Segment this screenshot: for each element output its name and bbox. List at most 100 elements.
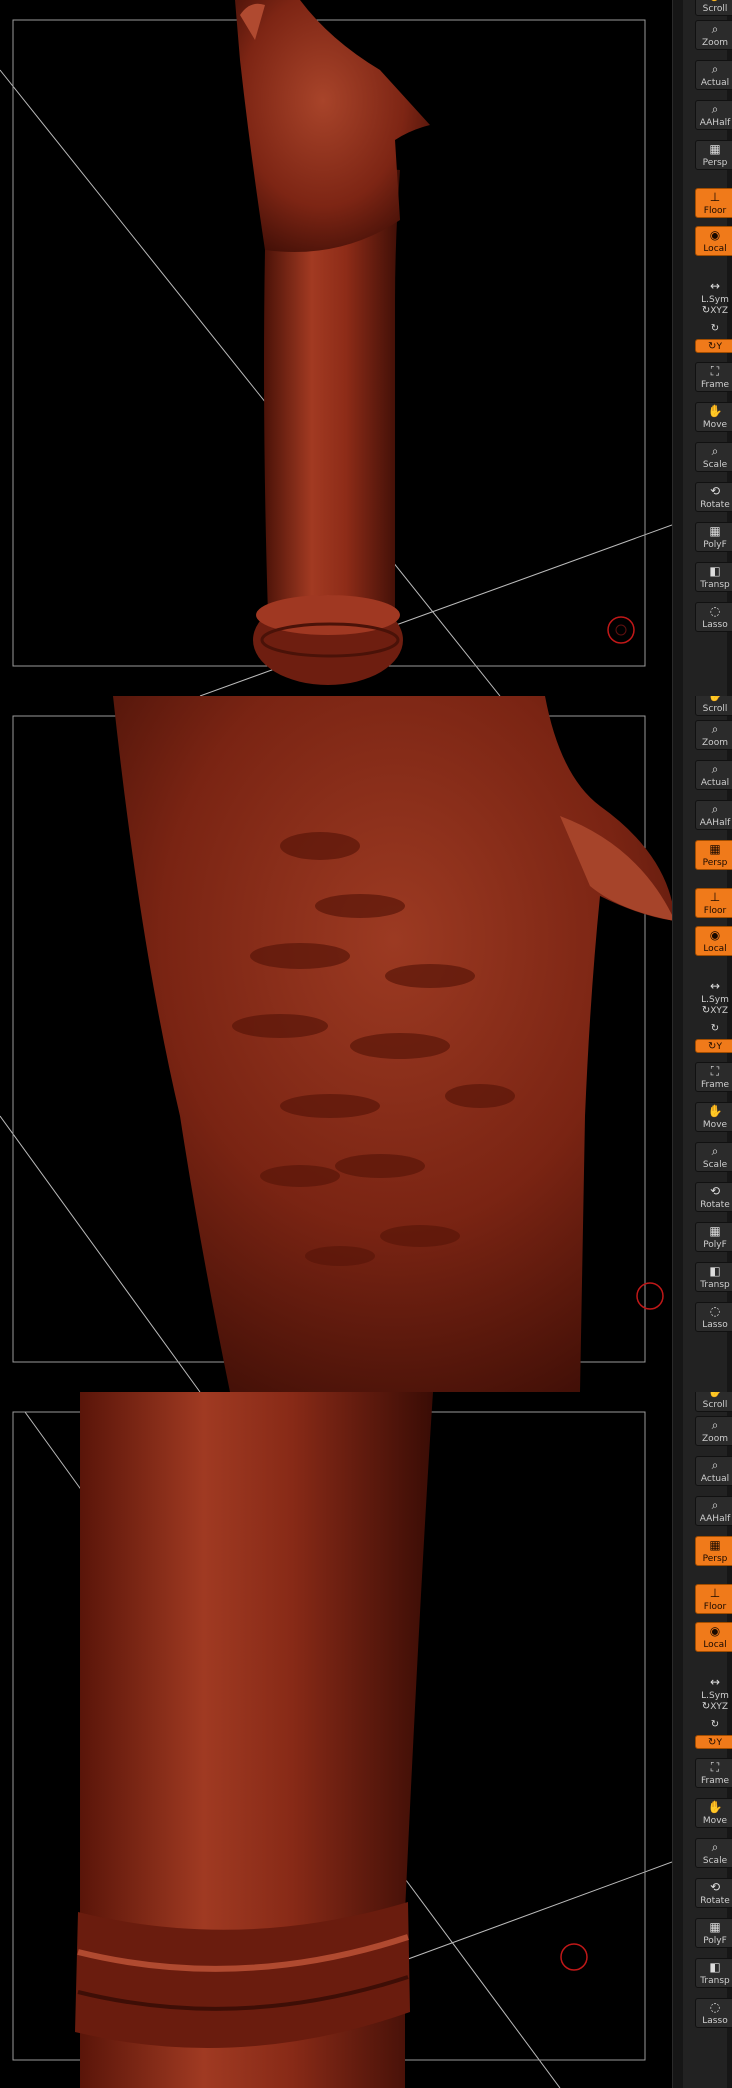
zoom-icon: ⌕	[711, 22, 719, 36]
button-label: Persp	[702, 858, 728, 868]
button-label: AAHalf	[699, 818, 731, 828]
actual-icon: ⌕	[711, 1458, 719, 1472]
scale-button[interactable]: ⌕ Scale	[695, 1142, 732, 1172]
local-button[interactable]: ◉ Local	[695, 926, 732, 956]
scroll-button[interactable]: ✋Scroll	[695, 0, 732, 16]
canvas-viewport[interactable]	[0, 696, 672, 1392]
floor-grid-line	[399, 1871, 561, 2088]
scroll-icon: ✋	[696, 1392, 732, 1400]
scroll-button[interactable]: ✋Scroll	[695, 696, 732, 716]
transp-button[interactable]: ◧ Transp	[695, 1262, 732, 1292]
rotate-xyz-icon: ↻	[701, 1005, 711, 1016]
floor-icon: ⊥	[709, 1586, 721, 1600]
lsym-icon: ↔	[709, 279, 721, 293]
zoom-button[interactable]: ⌕ Zoom	[695, 20, 732, 50]
move-icon: ✋	[707, 1800, 723, 1814]
persp-button[interactable]: ▦ Persp	[695, 140, 732, 170]
scale-button[interactable]: ⌕ Scale	[695, 1838, 732, 1868]
canvas-viewport[interactable]	[0, 0, 672, 696]
rotate-z-icon: ↻	[710, 1023, 720, 1034]
button-label: XYZ	[710, 1702, 729, 1712]
xyz-button[interactable]: ↻XYZ	[695, 304, 732, 318]
actual-button[interactable]: ⌕ Actual	[695, 1456, 732, 1486]
right-toolbar: ✋Scroll ⌕Zoom ⌕Actual ⌕AAHalf ▦Persp ⊥Floor ◉L…	[672, 1392, 732, 2088]
scale-button[interactable]: ⌕ Scale	[695, 442, 732, 472]
button-label: Frame	[700, 1080, 730, 1090]
button-label: Floor	[703, 206, 727, 216]
button-label: XYZ	[710, 306, 729, 316]
xyz-button[interactable]: ↻XYZ	[695, 1004, 732, 1018]
move-icon: ✋	[707, 404, 723, 418]
aahalf-button[interactable]: ⌕ AAHalf	[695, 800, 732, 830]
button-label: Actual	[700, 778, 730, 788]
rotate-icon: ⟲	[709, 1880, 721, 1894]
button-label: Scroll	[702, 4, 728, 14]
polyf-button[interactable]: ▦ PolyF	[695, 1918, 732, 1948]
button-label: PolyF	[703, 1240, 727, 1250]
transp-button[interactable]: ◧ Transp	[695, 562, 732, 592]
xyz-button[interactable]: ↻XYZ	[695, 1700, 732, 1714]
frame-button[interactable]: ⛶ Frame	[695, 1062, 732, 1092]
button-label: Move	[702, 1120, 728, 1130]
y-button[interactable]: ↻Y	[695, 339, 732, 353]
sculpt-model[interactable]	[235, 0, 430, 685]
viewport-overlay	[0, 696, 672, 1392]
rotate-button[interactable]: ⟲ Rotate	[695, 482, 732, 512]
move-button[interactable]: ✋ Move	[695, 402, 732, 432]
floor-icon: ⊥	[709, 190, 721, 204]
y-button[interactable]: ↻Y	[695, 1735, 732, 1749]
pivot-indicator-icon	[607, 616, 635, 644]
frame-button[interactable]: ⛶ Frame	[695, 362, 732, 392]
floor-button[interactable]: ⊥ Floor	[695, 188, 732, 218]
canvas-viewport[interactable]	[0, 1392, 672, 2088]
local-button[interactable]: ◉ Local	[695, 1622, 732, 1652]
polyf-button[interactable]: ▦ PolyF	[695, 522, 732, 552]
zoom-button[interactable]: ⌕ Zoom	[695, 720, 732, 750]
persp-icon: ▦	[709, 142, 721, 156]
transp-button[interactable]: ◧ Transp	[695, 1958, 732, 1988]
floor-button[interactable]: ⊥ Floor	[695, 1584, 732, 1614]
lasso-icon: ◌	[709, 604, 721, 618]
move-icon: ✋	[707, 1104, 723, 1118]
button-label: Local	[703, 244, 727, 254]
aahalf-button[interactable]: ⌕ AAHalf	[695, 100, 732, 130]
pivot-indicator-icon	[560, 1943, 588, 1971]
button-label: Transp	[700, 580, 730, 590]
button-label: Scale	[702, 1856, 728, 1866]
rotate-z-button[interactable]: ↻	[695, 1718, 732, 1732]
lasso-button[interactable]: ◌ Lasso	[695, 1998, 732, 2028]
scroll-button[interactable]: ✋Scroll	[695, 1392, 732, 1412]
button-label: Y	[716, 1738, 722, 1748]
button-label: Scroll	[702, 704, 728, 714]
move-button[interactable]: ✋ Move	[695, 1102, 732, 1132]
button-label: Scale	[702, 1160, 728, 1170]
rotate-icon: ⟲	[709, 1184, 721, 1198]
move-button[interactable]: ✋ Move	[695, 1798, 732, 1828]
actual-button[interactable]: ⌕ Actual	[695, 760, 732, 790]
floor-icon: ⊥	[709, 890, 721, 904]
actual-button[interactable]: ⌕ Actual	[695, 60, 732, 90]
floor-grid-line	[0, 1115, 201, 1392]
local-button[interactable]: ◉ Local	[695, 226, 732, 256]
y-button[interactable]: ↻Y	[695, 1039, 732, 1053]
zoom-icon: ⌕	[711, 1418, 719, 1432]
frame-button[interactable]: ⛶ Frame	[695, 1758, 732, 1788]
rotate-z-button[interactable]: ↻	[695, 1022, 732, 1036]
polyf-button[interactable]: ▦ PolyF	[695, 1222, 732, 1252]
sculpt-model-closeup[interactable]	[113, 696, 672, 1392]
aahalf-button[interactable]: ⌕ AAHalf	[695, 1496, 732, 1526]
sculpt-model-base[interactable]	[75, 1392, 433, 2088]
lasso-icon: ◌	[709, 2000, 721, 2014]
persp-button[interactable]: ▦ Persp	[695, 840, 732, 870]
rotate-z-icon: ↻	[710, 323, 720, 334]
scale-icon: ⌕	[711, 1144, 719, 1158]
lasso-button[interactable]: ◌ Lasso	[695, 602, 732, 632]
rotate-button[interactable]: ⟲ Rotate	[695, 1182, 732, 1212]
rotate-button[interactable]: ⟲ Rotate	[695, 1878, 732, 1908]
zoom-button[interactable]: ⌕ Zoom	[695, 1416, 732, 1446]
persp-button[interactable]: ▦ Persp	[695, 1536, 732, 1566]
floor-button[interactable]: ⊥ Floor	[695, 888, 732, 918]
rotate-z-button[interactable]: ↻	[695, 322, 732, 336]
actual-icon: ⌕	[711, 762, 719, 776]
lasso-button[interactable]: ◌ Lasso	[695, 1302, 732, 1332]
